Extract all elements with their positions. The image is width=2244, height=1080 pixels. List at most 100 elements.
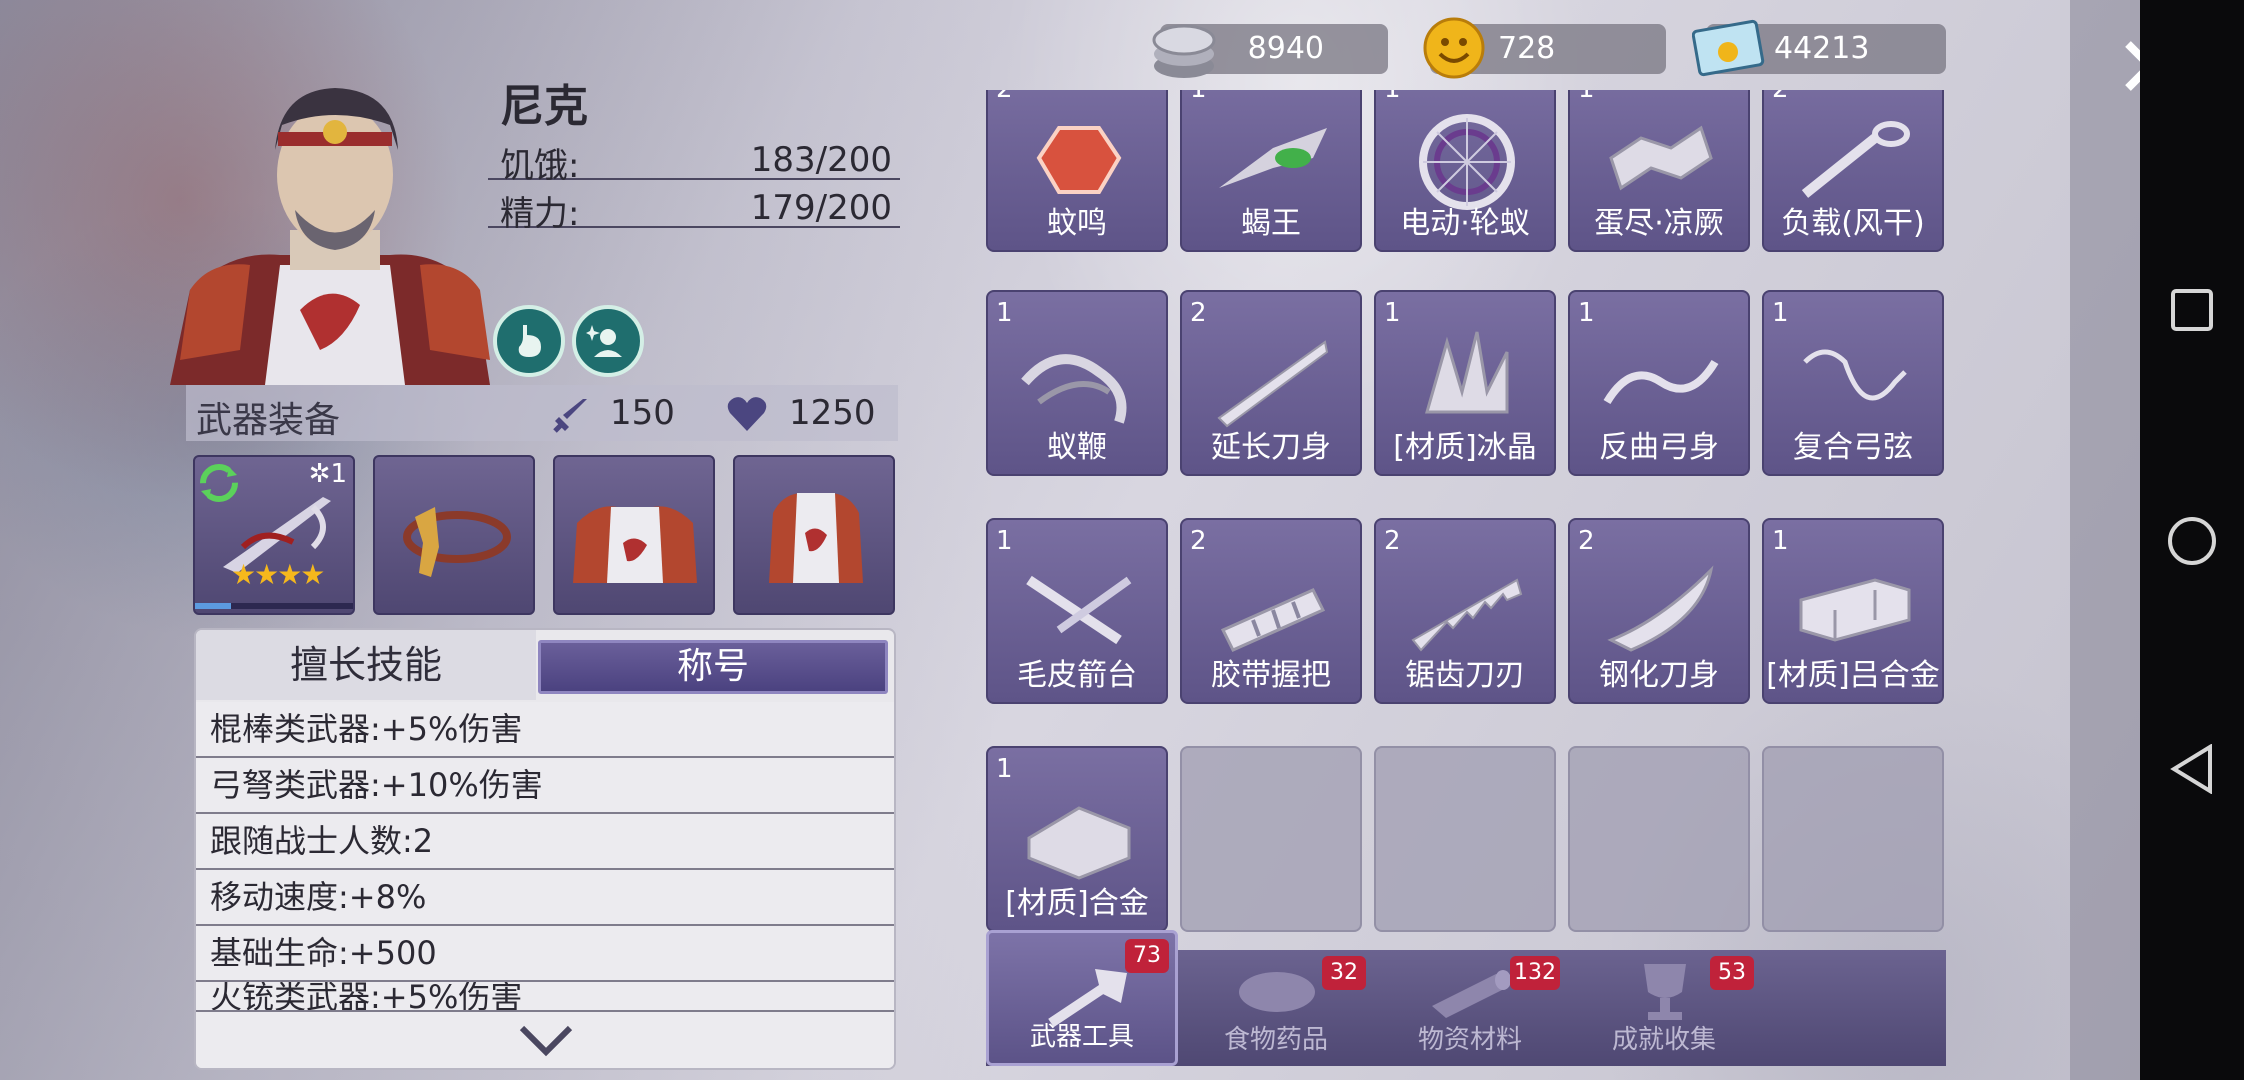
- inventory-item[interactable]: 1 蝎王: [1180, 90, 1362, 252]
- heart-icon: [727, 397, 767, 431]
- whip-icon: [1021, 354, 1127, 424]
- skill-row: 移动速度:+8%: [196, 870, 894, 926]
- equipment-title: 武器装备: [196, 400, 341, 441]
- silver-coins-icon: [1152, 24, 1216, 78]
- robe-slot[interactable]: [733, 455, 895, 615]
- tab-title[interactable]: 称号: [538, 640, 888, 694]
- hunger-stat: 饥饿: 183/200: [488, 132, 900, 186]
- bow-icon: [1603, 359, 1719, 405]
- inventory-item[interactable]: 2 胶带握把: [1180, 518, 1362, 704]
- key-icon: [1801, 121, 1910, 198]
- weapon-stars: ★★★★: [231, 558, 325, 591]
- inventory-item[interactable]: 1 [材质]冰晶: [1374, 290, 1556, 476]
- item-name: 胶带握把: [1211, 658, 1331, 693]
- item-name: 蝎王: [1241, 206, 1301, 241]
- inventory-item[interactable]: 1 [材质]吕合金: [1762, 518, 1944, 704]
- weapon-slot[interactable]: ✲1 ★★★★: [193, 455, 355, 615]
- armor-icon: [573, 506, 697, 583]
- attack-value: 150: [610, 393, 675, 433]
- robe-icon: [769, 493, 863, 583]
- achievements-count-badge: 53: [1710, 956, 1754, 990]
- home-icon[interactable]: [2167, 516, 2217, 566]
- inventory-item[interactable]: 2 锯齿刀刃: [1374, 518, 1556, 704]
- inventory-item[interactable]: 1 电动·轮蚁: [1374, 90, 1556, 252]
- silver-amount: 8940: [1247, 31, 1324, 66]
- gem-icon: [1036, 126, 1122, 194]
- item-name: 毛皮箭台: [1017, 658, 1137, 693]
- arrow-rest-icon: [1026, 575, 1132, 645]
- tab-label: 物资材料: [1417, 1025, 1522, 1055]
- item-name: 钢化刀身: [1599, 658, 1719, 693]
- equipment-header: 武器装备 150 1250: [186, 385, 898, 441]
- weapons-count-badge: 73: [1125, 939, 1169, 973]
- empty-slot: [1374, 746, 1556, 932]
- tab-achievements[interactable]: 53 成就收集: [1568, 950, 1760, 1066]
- inventory-item[interactable]: 1 蛋尽·凉厥: [1568, 90, 1750, 252]
- inventory-item[interactable]: 2 蚊鸣: [986, 90, 1168, 252]
- item-name: 负载(风干): [1781, 206, 1925, 241]
- inventory-item[interactable]: 2 延长刀身: [1180, 290, 1362, 476]
- log-icon: [1432, 970, 1511, 1018]
- saw-blade-icon: [1411, 578, 1523, 652]
- materials-count-badge: 132: [1510, 956, 1560, 990]
- alloy-bar-icon: [1799, 578, 1911, 642]
- smiley-gold-coin-icon: [1423, 17, 1485, 79]
- bowstring-icon: [1803, 349, 1907, 401]
- armor-slot[interactable]: [553, 455, 715, 615]
- skill-row: 跟随战士人数:2: [196, 814, 894, 870]
- inventory-item[interactable]: 2 钢化刀身: [1568, 518, 1750, 704]
- empty-slot: [1762, 746, 1944, 932]
- inventory-item[interactable]: 2 负载(风干): [1762, 90, 1944, 252]
- hunger-value: 183/200: [750, 140, 892, 180]
- recent-apps-icon[interactable]: [2170, 288, 2214, 332]
- inventory-item[interactable]: 1 毛皮箭台: [986, 518, 1168, 704]
- scorpion-icon: [1219, 128, 1327, 188]
- item-name: 蚁鞭: [1047, 430, 1107, 465]
- tab-label: 食物药品: [1223, 1025, 1328, 1055]
- skills-panel: 擅长技能 称号 棍棒类武器:+5%伤害 弓弩类武器:+10%伤害 跟随战士人数:…: [194, 628, 896, 1070]
- meat-icon: [1239, 972, 1315, 1012]
- item-name: 蚊鸣: [1047, 206, 1107, 241]
- item-name: 反曲弓身: [1599, 430, 1719, 465]
- item-name: [材质]吕合金: [1766, 658, 1940, 693]
- energy-stat: 精力: 179/200: [488, 180, 900, 234]
- alloy-chunk-icon: [1027, 806, 1131, 880]
- grip-icon: [1220, 588, 1326, 652]
- inventory-item[interactable]: 1 复合弓弦: [1762, 290, 1944, 476]
- inventory-item[interactable]: 1 [材质]合金: [986, 746, 1168, 932]
- weapon-level: ✲1: [308, 459, 347, 489]
- tab-food-medicine[interactable]: 32 食物药品: [1180, 950, 1372, 1066]
- trophy-icon: [1644, 964, 1686, 1020]
- item-name: [材质]冰晶: [1393, 430, 1537, 465]
- inventory-item[interactable]: 1 蚁鞭: [986, 290, 1168, 476]
- ticket-amount: 44213: [1774, 31, 1870, 66]
- item-name: 锯齿刀刃: [1405, 658, 1525, 693]
- steel-blade-icon: [1607, 565, 1714, 652]
- tab-label: 武器工具: [1029, 1022, 1134, 1052]
- stomach-buff-icon[interactable]: [493, 305, 565, 377]
- inventory-item[interactable]: 1 反曲弓身: [1568, 290, 1750, 476]
- item-name: 延长刀身: [1211, 430, 1331, 465]
- chevron-down-icon[interactable]: [516, 1020, 576, 1060]
- food-count-badge: 32: [1322, 956, 1366, 990]
- skill-row: 基础生命:+500: [196, 926, 894, 982]
- skill-row: 弓弩类武器:+10%伤害: [196, 758, 894, 814]
- sword-icon: [553, 399, 587, 433]
- tab-skills[interactable]: 擅长技能: [196, 630, 536, 700]
- back-icon[interactable]: [2170, 744, 2214, 794]
- tab-weapons-tools[interactable]: 73 武器工具: [986, 930, 1178, 1066]
- tab-label: 成就收集: [1611, 1025, 1716, 1055]
- accessory-slot[interactable]: [373, 455, 535, 615]
- health-value: 1250: [789, 393, 876, 433]
- horse-amulet-icon: [403, 507, 511, 577]
- character-name: 尼克: [500, 81, 588, 132]
- wheel-icon: [1419, 114, 1515, 210]
- skill-row: 棍棒类武器:+5%伤害: [196, 702, 894, 758]
- gold-amount: 728: [1498, 31, 1556, 66]
- tab-supplies-materials[interactable]: 132 物资材料: [1374, 950, 1566, 1066]
- sparkle-person-buff-icon[interactable]: [572, 305, 644, 377]
- item-name: [材质]合金: [1005, 886, 1149, 921]
- system-navigation-bar: [2140, 0, 2244, 1080]
- crystal-icon: [1425, 331, 1509, 414]
- energy-label: 精力:: [500, 194, 580, 234]
